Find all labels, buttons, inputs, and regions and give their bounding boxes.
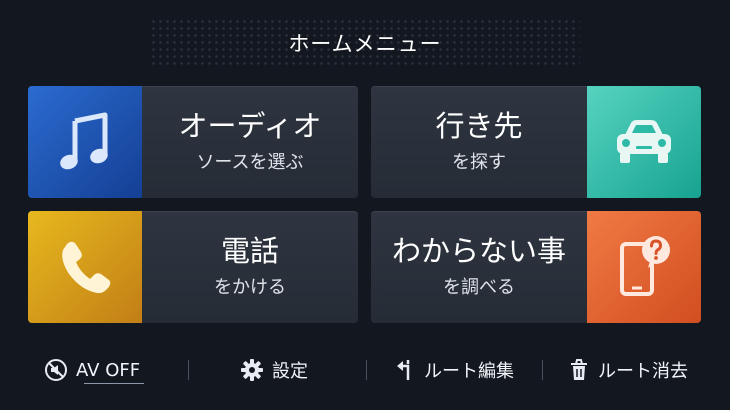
av-off-label: AV OFF bbox=[76, 359, 141, 381]
destination-icon-panel bbox=[587, 86, 701, 198]
divider bbox=[188, 360, 189, 380]
phone-main-label: 電話 bbox=[220, 234, 279, 269]
divider bbox=[366, 360, 367, 380]
route-edit-label: ルート編集 bbox=[424, 361, 514, 382]
settings-label: 設定 bbox=[272, 361, 308, 382]
gear-icon bbox=[241, 359, 263, 381]
route-delete-button[interactable]: ルート消去 bbox=[568, 348, 688, 392]
divider bbox=[542, 360, 543, 380]
phone-icon-panel bbox=[28, 211, 142, 323]
car-icon bbox=[617, 120, 671, 163]
phone-tile-button[interactable]: 電話 をかける bbox=[28, 211, 358, 323]
help-tile-button[interactable]: わからない事 を調べる bbox=[371, 211, 701, 323]
bottom-toolbar: AV OFF 設定 ルート編集 ルート消去 bbox=[0, 348, 730, 392]
route-delete-label: ルート消去 bbox=[598, 361, 688, 382]
av-off-button[interactable]: AV OFF bbox=[44, 348, 140, 392]
audio-tile-button[interactable]: オーディオ ソースを選ぶ bbox=[28, 86, 358, 198]
music-note-icon bbox=[60, 112, 108, 170]
smartphone-question-icon bbox=[620, 236, 670, 296]
help-sub-label: を調べる bbox=[443, 276, 515, 298]
audio-main-label: オーディオ bbox=[178, 109, 322, 144]
page-title: ホームメニュー bbox=[288, 32, 442, 56]
speaker-off-icon bbox=[45, 359, 67, 381]
phone-sub-label: をかける bbox=[214, 276, 286, 298]
audio-sub-label: ソースを選ぶ bbox=[196, 151, 304, 173]
destination-main-label: 行き先 bbox=[435, 109, 523, 144]
destination-sub-label: を探す bbox=[452, 151, 506, 173]
route-arrow-icon bbox=[397, 360, 410, 380]
trash-icon bbox=[571, 359, 587, 380]
help-main-label: わからない事 bbox=[391, 234, 566, 269]
route-edit-button[interactable]: ルート編集 bbox=[396, 348, 514, 392]
audio-icon-panel bbox=[28, 86, 142, 198]
settings-button[interactable]: 設定 bbox=[240, 348, 308, 392]
phone-handset-icon bbox=[62, 241, 111, 294]
help-icon-panel bbox=[587, 211, 701, 323]
destination-tile-button[interactable]: 行き先 を探す bbox=[371, 86, 701, 198]
av-off-underline bbox=[84, 383, 144, 384]
